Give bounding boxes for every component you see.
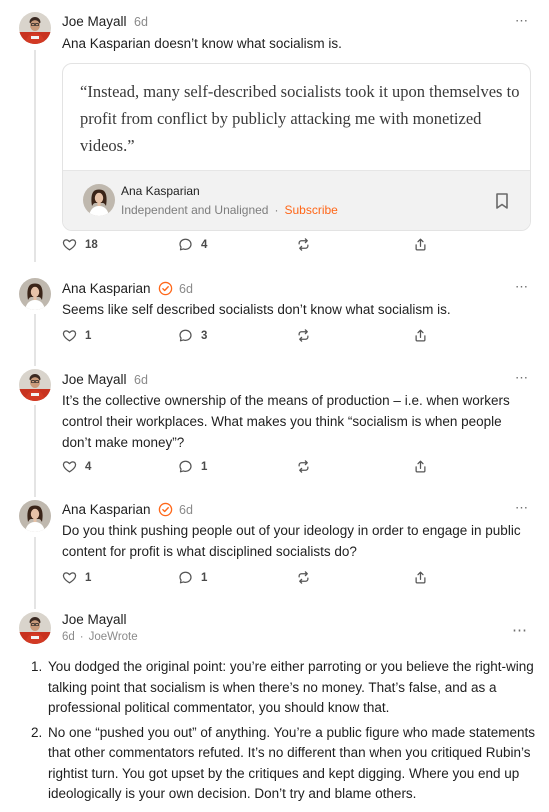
thread-line [34, 537, 36, 609]
reply-points-list: You dodged the original point: you’re ei… [22, 657, 549, 809]
publication-name[interactable]: Independent and Unaligned [121, 203, 268, 217]
like-count: 4 [85, 460, 92, 473]
like-button[interactable]: 18 [62, 237, 98, 252]
share-button[interactable] [413, 328, 428, 343]
verified-check-icon [158, 281, 173, 301]
post-time[interactable]: 6d [134, 373, 148, 387]
separator: · [274, 203, 279, 217]
post-text: It’s the collective ownership of the mea… [62, 393, 510, 450]
quote-author-avatar[interactable] [83, 184, 115, 216]
comment-bubble-icon [178, 237, 193, 252]
restack-button[interactable] [296, 328, 311, 343]
author-name[interactable]: Joe Mayall [62, 372, 127, 387]
verified-check-icon [158, 502, 173, 522]
more-options-icon[interactable]: ⋯ [515, 13, 529, 29]
post-time[interactable]: 6d [134, 15, 148, 29]
heart-icon [62, 459, 77, 474]
restack-button[interactable] [296, 237, 311, 252]
post-meta-line: 6d · JoeWrote [62, 631, 138, 643]
post-text: Ana Kasparian doesn’t know what socialis… [62, 36, 342, 51]
quote-author-name[interactable]: Ana Kasparian [121, 184, 200, 198]
restack-icon [296, 328, 311, 343]
author-name[interactable]: Ana Kasparian [62, 281, 151, 296]
post-time[interactable]: 6d [179, 503, 193, 517]
share-button[interactable] [413, 570, 428, 585]
more-options-icon[interactable]: ⋯ [515, 500, 529, 516]
restack-button[interactable] [296, 570, 311, 585]
restack-icon [296, 459, 311, 474]
publication-name[interactable]: JoeWrote [89, 631, 138, 643]
share-icon [413, 459, 428, 474]
like-button[interactable]: 4 [62, 459, 91, 474]
share-button[interactable] [413, 237, 428, 252]
more-options-icon[interactable]: ⋯ [515, 279, 529, 295]
post-text: Do you think pushing people out of your … [62, 523, 521, 559]
comment-button[interactable]: 4 [178, 237, 207, 252]
post-actions: 18 4 [62, 237, 482, 255]
quote-text: “Instead, many self-described socialists… [80, 82, 520, 155]
quote-footer: Ana Kasparian Independent and Unaligned ·… [63, 170, 530, 230]
like-button[interactable]: 1 [62, 570, 91, 585]
thread-line [34, 405, 36, 497]
separator: · [79, 631, 84, 643]
like-count: 18 [85, 238, 98, 251]
comment-count: 3 [201, 329, 208, 342]
comment-button[interactable]: 1 [178, 459, 207, 474]
heart-icon [62, 570, 77, 585]
author-name[interactable]: Ana Kasparian [62, 502, 151, 517]
more-options-icon[interactable]: ⋯ [515, 370, 529, 386]
share-icon [413, 237, 428, 252]
share-button[interactable] [413, 459, 428, 474]
restack-button[interactable] [296, 459, 311, 474]
like-count: 1 [85, 329, 92, 342]
share-icon [413, 328, 428, 343]
post-actions: 1 1 [62, 570, 482, 588]
heart-icon [62, 328, 77, 343]
comment-count: 1 [201, 460, 208, 473]
like-button[interactable]: 1 [62, 328, 91, 343]
author-name[interactable]: Joe Mayall [62, 14, 127, 29]
quote-publication-line: Independent and Unaligned · Subscribe [121, 203, 338, 217]
comment-button[interactable]: 1 [178, 570, 207, 585]
quote-card[interactable]: “Instead, many self-described socialists… [62, 63, 531, 231]
more-options-icon[interactable]: ⋯ [512, 621, 528, 639]
comment-count: 1 [201, 571, 208, 584]
thread-line [34, 314, 36, 366]
comment-bubble-icon [178, 459, 193, 474]
post-actions: 1 3 [62, 328, 482, 346]
list-item: No one “pushed you out” of anything. You… [46, 723, 549, 805]
avatar[interactable] [19, 278, 51, 310]
heart-icon [62, 237, 77, 252]
restack-icon [296, 570, 311, 585]
avatar[interactable] [19, 369, 51, 401]
comment-bubble-icon [178, 570, 193, 585]
restack-icon [296, 237, 311, 252]
bookmark-icon[interactable] [494, 192, 510, 215]
post-text: Seems like self described socialists don… [62, 302, 451, 317]
author-name[interactable]: Joe Mayall [62, 612, 127, 627]
list-item: You dodged the original point: you’re ei… [46, 657, 549, 719]
share-icon [413, 570, 428, 585]
comment-count: 4 [201, 238, 208, 251]
avatar[interactable] [19, 12, 51, 44]
post-time[interactable]: 6d [62, 631, 75, 643]
like-count: 1 [85, 571, 92, 584]
post-time[interactable]: 6d [179, 282, 193, 296]
comment-button[interactable]: 3 [178, 328, 207, 343]
subscribe-link[interactable]: Subscribe [284, 203, 337, 217]
avatar[interactable] [19, 500, 51, 532]
post-actions: 4 1 [62, 459, 482, 477]
avatar[interactable] [19, 612, 51, 644]
comment-bubble-icon [178, 328, 193, 343]
thread-line [34, 50, 36, 262]
